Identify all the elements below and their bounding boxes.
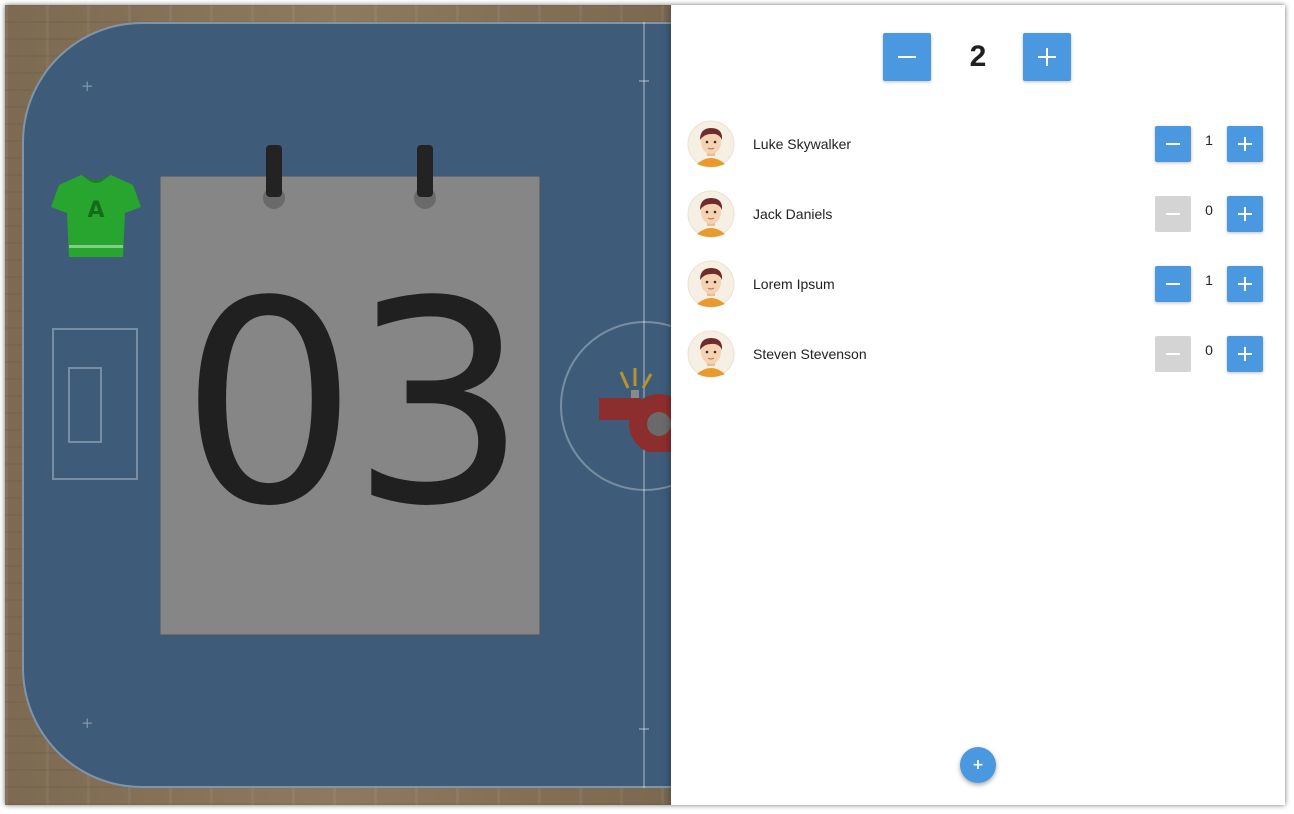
player-name: Steven Stevenson bbox=[753, 346, 867, 362]
plus-icon bbox=[1238, 207, 1252, 221]
player-row: Jack Daniels 0 bbox=[671, 190, 1285, 260]
team-letter: A bbox=[87, 198, 104, 223]
player-goal-count: 0 bbox=[1205, 202, 1213, 218]
player-goal-count: 1 bbox=[1205, 132, 1213, 148]
court-background: + + A 03 bbox=[5, 5, 671, 805]
whistle-icon[interactable] bbox=[595, 360, 671, 452]
player-goal-count: 0 bbox=[1205, 342, 1213, 358]
minus-icon bbox=[1166, 143, 1180, 145]
plus-icon bbox=[1238, 137, 1252, 151]
plus-icon bbox=[1038, 48, 1056, 66]
player-goal-increment-button[interactable] bbox=[1227, 126, 1263, 162]
player-row: Steven Stevenson 0 bbox=[671, 330, 1285, 400]
minus-icon bbox=[1166, 283, 1180, 285]
player-goal-decrement-button[interactable] bbox=[1155, 126, 1191, 162]
player-row: Lorem Ipsum 1 bbox=[671, 260, 1285, 330]
minus-icon bbox=[1166, 353, 1180, 355]
player-goal-decrement-button[interactable] bbox=[1155, 196, 1191, 232]
player-name: Jack Daniels bbox=[753, 206, 833, 222]
plus-icon bbox=[1238, 347, 1252, 361]
player-goal-decrement-button[interactable] bbox=[1155, 336, 1191, 372]
player-row: Luke Skywalker 1 bbox=[671, 120, 1285, 190]
avatar bbox=[687, 120, 735, 168]
corner-mark-icon: + bbox=[81, 77, 94, 95]
minus-icon bbox=[1166, 213, 1180, 215]
player-name: Lorem Ipsum bbox=[753, 276, 835, 292]
app-window: + + A 03 2 Luke Skywalker 1 Jack Daniels… bbox=[5, 5, 1285, 805]
corner-mark-icon: + bbox=[81, 714, 94, 732]
plus-icon bbox=[1238, 277, 1252, 291]
avatar bbox=[687, 190, 735, 238]
card-ring bbox=[417, 145, 433, 197]
player-goal-increment-button[interactable] bbox=[1227, 336, 1263, 372]
period-decrement-button[interactable] bbox=[883, 33, 931, 81]
goal-box bbox=[68, 367, 102, 443]
card-ring bbox=[266, 145, 282, 197]
player-goal-decrement-button[interactable] bbox=[1155, 266, 1191, 302]
minus-icon bbox=[898, 56, 916, 58]
player-goal-increment-button[interactable] bbox=[1227, 196, 1263, 232]
period-increment-button[interactable] bbox=[1023, 33, 1071, 81]
court-tick bbox=[639, 80, 649, 82]
side-panel: 2 Luke Skywalker 1 Jack Daniels 0 Lorem … bbox=[671, 5, 1285, 805]
player-goal-count: 1 bbox=[1205, 272, 1213, 288]
score-value: 03 bbox=[179, 242, 528, 568]
avatar bbox=[687, 330, 735, 378]
team-jersey-icon[interactable]: A bbox=[51, 171, 141, 257]
add-player-button[interactable]: + bbox=[960, 747, 996, 783]
period-value: 2 bbox=[969, 40, 987, 73]
player-goal-increment-button[interactable] bbox=[1227, 266, 1263, 302]
score-card[interactable]: 03 bbox=[160, 176, 540, 635]
avatar bbox=[687, 260, 735, 308]
court-tick bbox=[639, 728, 649, 730]
player-name: Luke Skywalker bbox=[753, 136, 852, 152]
